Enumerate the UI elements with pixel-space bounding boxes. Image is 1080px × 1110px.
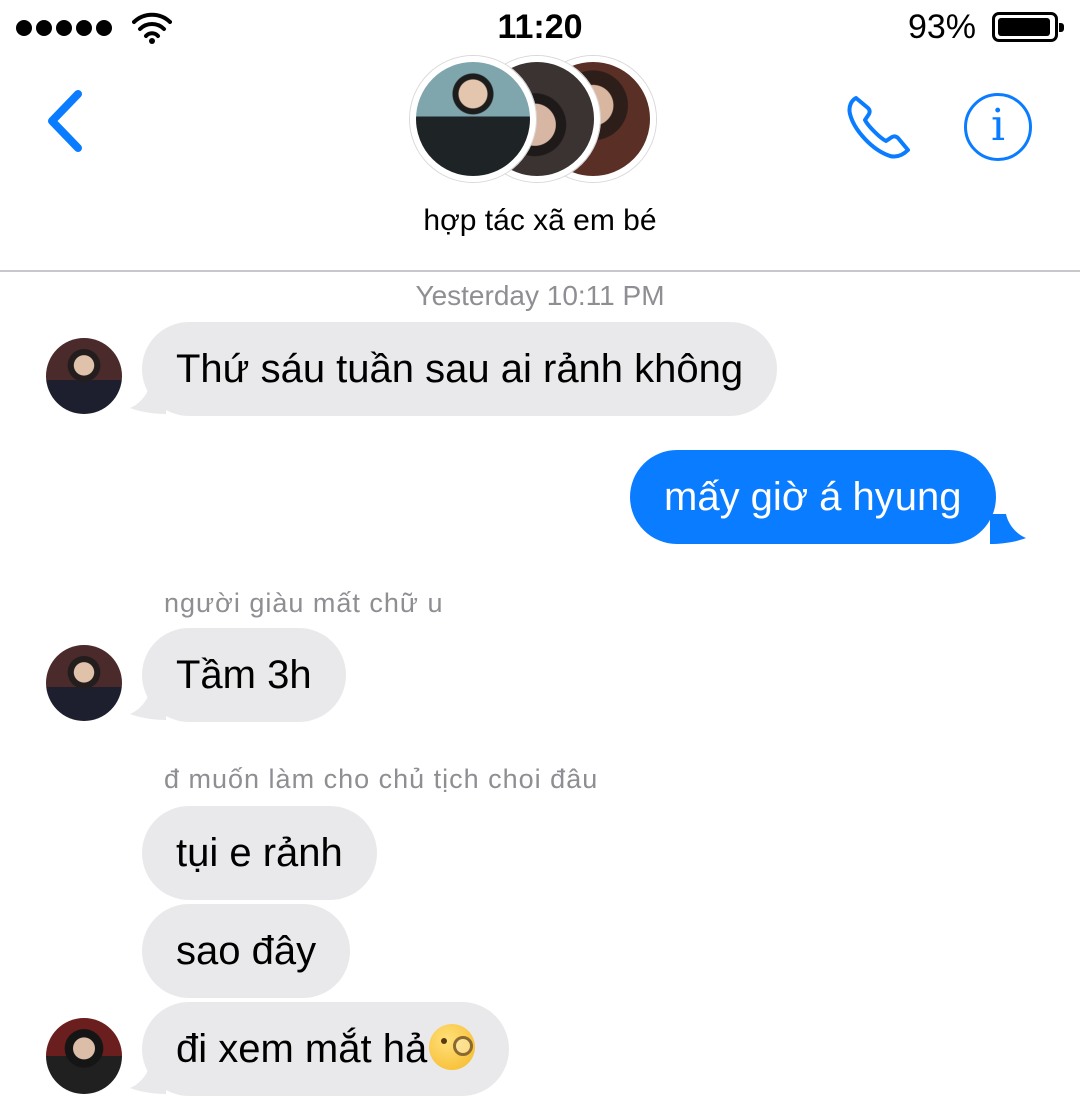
message-bubble-incoming[interactable]: Thứ sáu tuần sau ai rảnh không [142,322,778,416]
message-bubble-incoming[interactable]: Tầm 3h [142,628,346,722]
conversation-timestamp: Yesterday 10:11 PM [415,280,665,311]
sender-avatar[interactable] [46,645,122,721]
group-avatar-stack[interactable] [410,56,680,184]
info-icon[interactable]: i [964,93,1032,161]
group-name[interactable]: hợp tác xã em bé [0,204,1080,238]
bubble-tail [990,514,1026,544]
phone-icon[interactable] [842,90,916,164]
message-bubble-outgoing[interactable]: mấy giờ á hyung [630,450,996,544]
status-bar: 11:20 93% [0,0,1080,56]
sender-name: người giàu mất chữ u [164,588,444,618]
message-bubble-incoming[interactable]: sao đây [142,904,351,998]
battery-percent: 93% [907,8,976,46]
member-avatar [410,56,536,182]
sender-avatar[interactable] [46,1018,122,1094]
sender-avatar[interactable] [46,338,122,414]
message-bubble-incoming[interactable]: tụi e rảnh [142,806,377,900]
back-chevron-icon[interactable] [40,86,90,156]
message-bubble-incoming[interactable]: đi xem mắt hả [142,1002,510,1096]
message-text: đi xem mắt hả [176,1027,428,1071]
battery-icon [992,12,1064,42]
face-with-monocle-icon [429,1024,476,1071]
sender-name: đ muốn làm cho chủ tịch choi đâu [164,764,599,794]
conversation-header: hợp tác xã em bé i [0,56,1080,272]
